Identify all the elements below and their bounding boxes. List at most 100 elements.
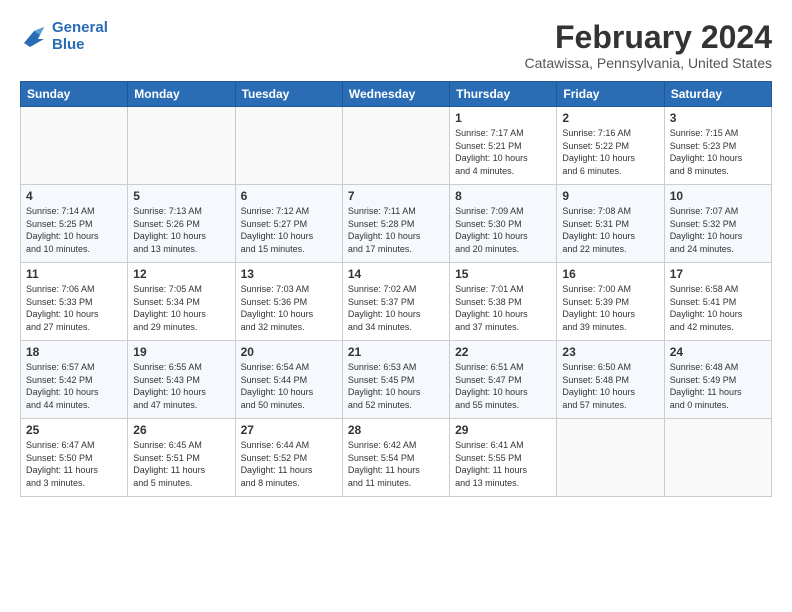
table-row: 26Sunrise: 6:45 AMSunset: 5:51 PMDayligh…: [128, 419, 235, 497]
day-info: Sunrise: 7:17 AMSunset: 5:21 PMDaylight:…: [455, 127, 551, 177]
day-info: Sunrise: 7:00 AMSunset: 5:39 PMDaylight:…: [562, 283, 658, 333]
table-row: 2 Sunrise: 7:16 AMSunset: 5:22 PMDaylight…: [557, 107, 664, 185]
table-row: 29Sunrise: 6:41 AMSunset: 5:55 PMDayligh…: [450, 419, 557, 497]
table-row: [235, 107, 342, 185]
col-wednesday: Wednesday: [342, 82, 449, 107]
table-row: 8 Sunrise: 7:09 AMSunset: 5:30 PMDaylight…: [450, 185, 557, 263]
logo-icon: [20, 25, 48, 49]
table-row: [342, 107, 449, 185]
day-info: Sunrise: 7:05 AMSunset: 5:34 PMDaylight:…: [133, 283, 229, 333]
table-row: [664, 419, 771, 497]
table-row: [21, 107, 128, 185]
table-row: 13 Sunrise: 7:03 AMSunset: 5:36 PMDayligh…: [235, 263, 342, 341]
day-number: 8: [455, 189, 551, 203]
day-number: 9: [562, 189, 658, 203]
day-number: 16: [562, 267, 658, 281]
day-number: 1: [455, 111, 551, 125]
day-info: Sunrise: 7:14 AMSunset: 5:25 PMDaylight:…: [26, 205, 122, 255]
table-row: [128, 107, 235, 185]
table-row: 1 Sunrise: 7:17 AMSunset: 5:21 PMDaylight…: [450, 107, 557, 185]
day-number: 10: [670, 189, 766, 203]
col-saturday: Saturday: [664, 82, 771, 107]
calendar-week-3: 11Sunrise: 7:06 AMSunset: 5:33 PMDayligh…: [21, 263, 772, 341]
day-info: Sunrise: 6:51 AMSunset: 5:47 PMDaylight:…: [455, 361, 551, 411]
calendar-week-2: 4 Sunrise: 7:14 AMSunset: 5:25 PMDaylight…: [21, 185, 772, 263]
table-row: 23 Sunrise: 6:50 AMSunset: 5:48 PMDayligh…: [557, 341, 664, 419]
calendar-week-4: 18 Sunrise: 6:57 AMSunset: 5:42 PMDayligh…: [21, 341, 772, 419]
table-row: [557, 419, 664, 497]
day-info: Sunrise: 7:12 AMSunset: 5:27 PMDaylight:…: [241, 205, 337, 255]
day-info: Sunrise: 7:08 AMSunset: 5:31 PMDaylight:…: [562, 205, 658, 255]
table-row: 24 Sunrise: 6:48 AMSunset: 5:49 PMDayligh…: [664, 341, 771, 419]
day-info: Sunrise: 6:50 AMSunset: 5:48 PMDaylight:…: [562, 361, 658, 411]
day-number: 15: [455, 267, 551, 281]
day-number: 28: [348, 423, 444, 437]
day-info: Sunrise: 7:07 AMSunset: 5:32 PMDaylight:…: [670, 205, 766, 255]
logo-text: General Blue: [52, 20, 108, 53]
day-info: Sunrise: 6:42 AMSunset: 5:54 PMDaylight:…: [348, 439, 444, 489]
day-number: 4: [26, 189, 122, 203]
day-number: 18: [26, 345, 122, 359]
table-row: 6 Sunrise: 7:12 AMSunset: 5:27 PMDaylight…: [235, 185, 342, 263]
table-row: 11Sunrise: 7:06 AMSunset: 5:33 PMDayligh…: [21, 263, 128, 341]
title-block: February 2024 Catawissa, Pennsylvania, U…: [525, 20, 772, 71]
calendar-table: Sunday Monday Tuesday Wednesday Thursday…: [20, 81, 772, 497]
day-number: 24: [670, 345, 766, 359]
table-row: 25 Sunrise: 6:47 AMSunset: 5:50 PMDayligh…: [21, 419, 128, 497]
table-row: 16 Sunrise: 7:00 AMSunset: 5:39 PMDayligh…: [557, 263, 664, 341]
day-number: 13: [241, 267, 337, 281]
table-row: 17 Sunrise: 6:58 AMSunset: 5:41 PMDayligh…: [664, 263, 771, 341]
day-info: Sunrise: 6:55 AMSunset: 5:43 PMDaylight:…: [133, 361, 229, 411]
day-info: Sunrise: 6:57 AMSunset: 5:42 PMDaylight:…: [26, 361, 122, 411]
col-sunday: Sunday: [21, 82, 128, 107]
day-number: 6: [241, 189, 337, 203]
col-monday: Monday: [128, 82, 235, 107]
day-number: 17: [670, 267, 766, 281]
day-info: Sunrise: 6:47 AMSunset: 5:50 PMDaylight:…: [26, 439, 122, 489]
table-row: 9 Sunrise: 7:08 AMSunset: 5:31 PMDaylight…: [557, 185, 664, 263]
location-title: Catawissa, Pennsylvania, United States: [525, 55, 772, 71]
day-number: 25: [26, 423, 122, 437]
table-row: 15 Sunrise: 7:01 AMSunset: 5:38 PMDayligh…: [450, 263, 557, 341]
day-info: Sunrise: 6:58 AMSunset: 5:41 PMDaylight:…: [670, 283, 766, 333]
day-info: Sunrise: 6:44 AMSunset: 5:52 PMDaylight:…: [241, 439, 337, 489]
table-row: 27 Sunrise: 6:44 AMSunset: 5:52 PMDayligh…: [235, 419, 342, 497]
day-info: Sunrise: 7:16 AMSunset: 5:22 PMDaylight:…: [562, 127, 658, 177]
table-row: 22Sunrise: 6:51 AMSunset: 5:47 PMDayligh…: [450, 341, 557, 419]
table-row: 4 Sunrise: 7:14 AMSunset: 5:25 PMDaylight…: [21, 185, 128, 263]
col-friday: Friday: [557, 82, 664, 107]
day-info: Sunrise: 7:15 AMSunset: 5:23 PMDaylight:…: [670, 127, 766, 177]
day-number: 12: [133, 267, 229, 281]
header: General Blue February 2024 Catawissa, Pe…: [20, 20, 772, 71]
day-info: Sunrise: 7:11 AMSunset: 5:28 PMDaylight:…: [348, 205, 444, 255]
day-info: Sunrise: 7:03 AMSunset: 5:36 PMDaylight:…: [241, 283, 337, 333]
day-info: Sunrise: 7:01 AMSunset: 5:38 PMDaylight:…: [455, 283, 551, 333]
day-number: 19: [133, 345, 229, 359]
logo: General Blue: [20, 20, 108, 53]
day-info: Sunrise: 7:09 AMSunset: 5:30 PMDaylight:…: [455, 205, 551, 255]
table-row: 12 Sunrise: 7:05 AMSunset: 5:34 PMDayligh…: [128, 263, 235, 341]
calendar-header-row: Sunday Monday Tuesday Wednesday Thursday…: [21, 82, 772, 107]
table-row: 14 Sunrise: 7:02 AMSunset: 5:37 PMDayligh…: [342, 263, 449, 341]
day-number: 2: [562, 111, 658, 125]
day-number: 27: [241, 423, 337, 437]
day-info: Sunrise: 6:48 AMSunset: 5:49 PMDaylight:…: [670, 361, 766, 411]
day-number: 14: [348, 267, 444, 281]
day-info: Sunrise: 7:13 AMSunset: 5:26 PMDaylight:…: [133, 205, 229, 255]
day-number: 26: [133, 423, 229, 437]
day-number: 23: [562, 345, 658, 359]
table-row: 10 Sunrise: 7:07 AMSunset: 5:32 PMDayligh…: [664, 185, 771, 263]
day-info: Sunrise: 6:53 AMSunset: 5:45 PMDaylight:…: [348, 361, 444, 411]
day-number: 7: [348, 189, 444, 203]
calendar-week-5: 25 Sunrise: 6:47 AMSunset: 5:50 PMDayligh…: [21, 419, 772, 497]
col-thursday: Thursday: [450, 82, 557, 107]
table-row: 5Sunrise: 7:13 AMSunset: 5:26 PMDaylight…: [128, 185, 235, 263]
day-number: 3: [670, 111, 766, 125]
day-number: 11: [26, 267, 122, 281]
table-row: 3 Sunrise: 7:15 AMSunset: 5:23 PMDaylight…: [664, 107, 771, 185]
day-info: Sunrise: 6:54 AMSunset: 5:44 PMDaylight:…: [241, 361, 337, 411]
table-row: 7 Sunrise: 7:11 AMSunset: 5:28 PMDaylight…: [342, 185, 449, 263]
table-row: 19 Sunrise: 6:55 AMSunset: 5:43 PMDayligh…: [128, 341, 235, 419]
table-row: 28 Sunrise: 6:42 AMSunset: 5:54 PMDayligh…: [342, 419, 449, 497]
day-info: Sunrise: 7:02 AMSunset: 5:37 PMDaylight:…: [348, 283, 444, 333]
